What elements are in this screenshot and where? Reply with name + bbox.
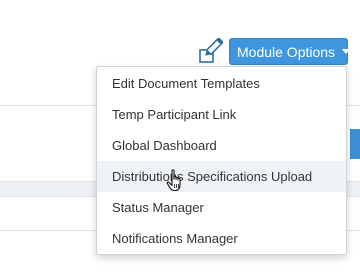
caret-down-icon [342, 49, 351, 54]
menu-item-global-dashboard[interactable]: Global Dashboard [97, 130, 346, 161]
module-options-label: Module Options [237, 43, 336, 60]
menu-item-edit-document-templates[interactable]: Edit Document Templates [97, 68, 346, 99]
menu-item-notifications-manager[interactable]: Notifications Manager [97, 223, 346, 254]
menu-item-temp-participant-link[interactable]: Temp Participant Link [97, 99, 346, 130]
module-options-button[interactable]: Module Options [229, 38, 351, 65]
menu-item-distributions-specifications-upload[interactable]: Distributions Specifications Upload [97, 161, 346, 192]
pencil-edit-icon[interactable] [197, 36, 225, 64]
module-options-menu: Edit Document Templates Temp Participant… [96, 66, 347, 255]
partial-action-button[interactable] [350, 129, 360, 159]
menu-item-status-manager[interactable]: Status Manager [97, 192, 346, 223]
hand-pointer-icon [166, 169, 186, 193]
